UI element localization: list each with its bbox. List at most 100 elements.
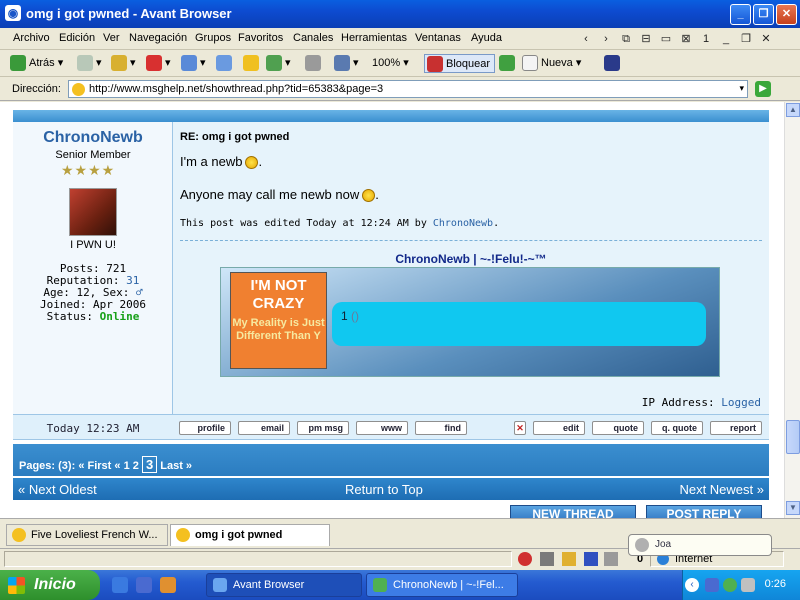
user-status: Status: Online [46, 310, 140, 323]
view-button[interactable]: ▾ [334, 54, 359, 73]
return-to-top-link[interactable]: Return to Top [345, 482, 423, 497]
popup-blocked-icon[interactable] [518, 552, 532, 566]
start-button[interactable]: Inicio [0, 570, 100, 600]
post-reply-button[interactable]: POST REPLY [646, 505, 762, 518]
history-button[interactable]: ▾ [266, 54, 291, 73]
minimize-button[interactable]: _ [730, 4, 751, 25]
block-popups-button[interactable]: Bloquear [424, 54, 496, 73]
flash-icon[interactable] [562, 552, 576, 566]
post-line-2: Anyone may call me newb now. [180, 187, 379, 203]
first-page-link[interactable]: « First [78, 460, 111, 472]
grin-smiley-icon [362, 189, 376, 203]
quicklaunch-ie-icon[interactable] [112, 577, 128, 593]
doc-restore-icon[interactable]: ❐ [738, 31, 754, 47]
maximize-button[interactable]: ❐ [753, 4, 774, 25]
profile-button[interactable]: profile [179, 421, 231, 435]
refresh-button[interactable]: ▾ [181, 54, 206, 73]
editor-link[interactable]: ChronoNewb [433, 218, 493, 229]
menu-ayuda[interactable]: Ayuda [471, 32, 502, 44]
single-window-icon[interactable]: 1 [698, 31, 714, 47]
prev-page-link[interactable]: « [114, 460, 120, 472]
tab-omg-i-got-pwned[interactable]: omg i got pwned [170, 524, 330, 546]
signature-textbox: 1 () [332, 302, 706, 346]
tile-horizontal-icon[interactable]: ⊟ [638, 31, 654, 47]
post-header-strip [13, 110, 769, 122]
menu-ventanas[interactable]: Ventanas [415, 32, 461, 44]
stop-button[interactable]: ▾ [146, 54, 171, 73]
find-button[interactable]: find [415, 421, 467, 435]
back-button[interactable]: Atrás ▾ [10, 54, 63, 73]
page-2-link[interactable]: 2 [133, 460, 139, 472]
tools-icon[interactable] [540, 552, 554, 566]
tray-collapse-icon[interactable]: ‹ [685, 578, 699, 592]
post-footer: Today 12:23 AM profile email pm msg www … [13, 414, 769, 440]
favorites-button[interactable] [243, 54, 262, 73]
quicklaunch-avant-icon[interactable] [136, 577, 152, 593]
address-input[interactable]: http://www.msghelp.net/showthread.php?ti… [68, 80, 748, 98]
doc-minimize-icon[interactable]: _ [718, 31, 734, 47]
messenger-icon [373, 578, 387, 592]
avatar [69, 188, 117, 236]
menu-herramientas[interactable]: Herramientas [341, 32, 407, 44]
new-window-button[interactable]: Nueva ▾ [522, 54, 581, 73]
menu-ver[interactable]: Ver [103, 32, 120, 44]
next-oldest-link[interactable]: « Next Oldest [18, 482, 97, 497]
next-newest-link[interactable]: Next Newest » [679, 482, 764, 497]
forward-button[interactable]: ▾ [77, 54, 102, 73]
edit-button[interactable]: edit [533, 421, 585, 435]
quicklaunch-media-icon[interactable] [160, 577, 176, 593]
cookie-icon[interactable] [604, 552, 618, 566]
menu-favoritos[interactable]: Favoritos [238, 32, 283, 44]
address-dropdown-icon[interactable]: ▾ [739, 83, 744, 94]
home-button[interactable] [216, 54, 235, 73]
menu-grupos[interactable]: Grupos [195, 32, 231, 44]
cascade-icon[interactable]: ⧉ [618, 31, 634, 47]
next-window-icon[interactable]: › [598, 31, 614, 47]
post-author[interactable]: ChronoNewb [13, 129, 173, 147]
scroll-thumb[interactable] [786, 420, 800, 454]
scroll-up-icon[interactable]: ▲ [786, 103, 800, 117]
status-text [4, 551, 512, 567]
tile-vertical-icon[interactable]: ▭ [658, 31, 674, 47]
security-icon[interactable] [584, 552, 598, 566]
print-button[interactable] [305, 54, 324, 73]
menu-edicion[interactable]: Edición [59, 32, 95, 44]
report-button[interactable]: report [710, 421, 762, 435]
prev-window-icon[interactable]: ‹ [578, 31, 594, 47]
up-button[interactable]: ▾ [111, 54, 136, 73]
tray-messenger-icon[interactable] [723, 578, 737, 592]
menu-archivo[interactable]: Archivo [13, 32, 50, 44]
email-button[interactable]: email [238, 421, 290, 435]
address-bar: Dirección: http://www.msghelp.net/showth… [0, 77, 800, 101]
taskbar-avant-browser[interactable]: Avant Browser [206, 573, 362, 597]
new-thread-button[interactable]: NEW THREAD [510, 505, 636, 518]
tray-avant-icon[interactable] [705, 578, 719, 592]
scroll-down-icon[interactable]: ▼ [786, 501, 800, 515]
www-button[interactable]: www [356, 421, 408, 435]
delete-icon[interactable]: ✕ [514, 421, 526, 435]
quote-button[interactable]: quote [592, 421, 644, 435]
search-button[interactable] [604, 54, 623, 73]
post-title: RE: omg i got pwned [180, 131, 290, 143]
tab-five-loveliest[interactable]: Five Loveliest French W... [6, 524, 168, 546]
vertical-scrollbar[interactable]: ▲ ▼ [784, 102, 800, 518]
history-icon [266, 55, 282, 72]
page-1-link[interactable]: 1 [124, 460, 130, 472]
tray-network-icon[interactable] [741, 578, 755, 592]
ip-logged-link[interactable]: Logged [721, 396, 761, 409]
last-page-link[interactable]: Last » [160, 460, 192, 472]
flag-icon [499, 55, 515, 72]
notification-popup[interactable]: Joa [628, 534, 772, 556]
current-page: 3 [141, 456, 158, 473]
pm-button[interactable]: pm msg [297, 421, 349, 435]
menu-canales[interactable]: Canales [293, 32, 333, 44]
go-button[interactable]: ▶ [755, 81, 771, 97]
close-all-icon[interactable]: ⊠ [678, 31, 694, 47]
flag-button[interactable] [499, 54, 518, 73]
quick-quote-button[interactable]: q. quote [651, 421, 703, 435]
zoom-select[interactable]: 100% ▾ [372, 54, 409, 73]
menu-navegacion[interactable]: Navegación [129, 32, 187, 44]
taskbar-chrononewb[interactable]: ChronoNewb | ~-!Fel... [366, 573, 518, 597]
close-button[interactable]: ✕ [776, 4, 797, 25]
doc-close-icon[interactable]: ✕ [758, 31, 774, 47]
